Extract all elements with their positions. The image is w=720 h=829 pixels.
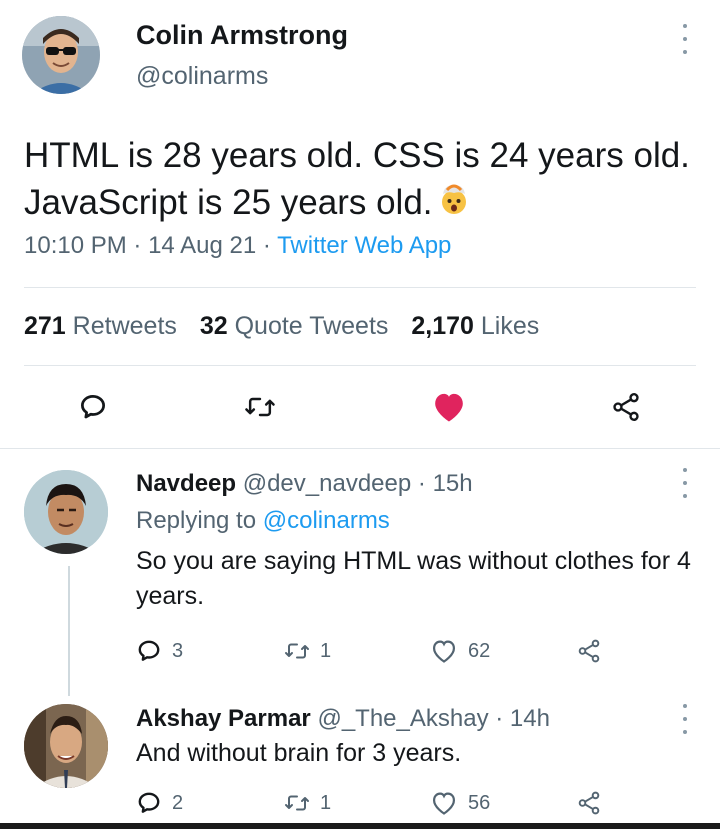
like-count: 56 [468,791,491,814]
tweet-source[interactable]: Twitter Web App [277,232,451,259]
reply-icon [81,395,105,419]
tweet-text-content: HTML is 28 years old. CSS is 24 years ol… [24,136,690,222]
retweet-icon [285,643,309,659]
divider [24,287,696,288]
reply-author-handle[interactable]: @dev_navdeep [243,470,412,497]
retweet-button[interactable]: 1 [284,790,331,816]
reply-text: And without brain for 3 years. [136,739,462,767]
retweets-label: Retweets [72,312,177,340]
heart-icon [432,792,456,815]
bottom-edge [0,823,720,829]
retweet-count: 1 [320,639,332,662]
reply-button[interactable]: 2 [136,790,183,816]
quotes-label: Quote Tweets [234,312,389,340]
likes-count: 2,170 [411,312,474,340]
share-icon [578,791,600,815]
tweet-date[interactable]: 14 Aug 21 [148,232,256,259]
more-options-icon[interactable] [680,704,690,734]
meta-separator: · [133,232,142,259]
reply-icon [138,792,160,813]
reply-button[interactable] [78,392,108,422]
thread-line [68,566,70,696]
more-options-icon[interactable] [680,468,690,498]
reply-author-handle[interactable]: @_The_Akshay [317,705,488,732]
reply-header: Navdeep @dev_navdeep · 15h [136,470,473,498]
meta-separator: · [417,470,426,497]
author-handle[interactable]: @colinarms [136,62,268,91]
reply-time[interactable]: 14h [510,705,550,732]
divider [0,448,720,449]
main-tweet: Colin Armstrong @colinarms HTML is 28 ye… [0,0,720,455]
reply-avatar[interactable] [24,704,108,788]
heart-filled-icon [435,393,463,422]
reply-text: So you are saying HTML was without cloth… [136,547,691,610]
likes-stat[interactable]: 2,170 Likes [411,312,539,340]
tweet-meta: 10:10 PM · 14 Aug 21 · Twitter Web App [24,232,451,260]
replying-label: Replying to [136,507,257,534]
heart-icon [432,640,456,663]
share-icon [578,639,600,663]
like-button[interactable] [431,391,467,423]
like-button[interactable]: 56 [430,790,490,816]
meta-separator: · [495,705,504,732]
meta-separator: · [262,232,271,259]
like-count: 62 [468,639,491,662]
tweet-text: HTML is 28 years old. CSS is 24 years ol… [24,132,704,228]
reply-button[interactable]: 3 [136,638,183,664]
share-icon [613,393,639,421]
quotes-stat[interactable]: 32 Quote Tweets [200,312,389,340]
retweets-count: 271 [24,312,66,340]
reply-author-name[interactable]: Akshay Parmar [136,705,311,732]
reply-author-name[interactable]: Navdeep [136,470,236,497]
reply-header: Akshay Parmar @_The_Akshay · 14h [136,705,550,733]
share-button[interactable] [576,790,602,816]
reply-avatar[interactable] [24,470,108,554]
like-button[interactable]: 62 [430,638,490,664]
share-button[interactable] [576,638,602,664]
share-button[interactable] [610,391,642,423]
likes-label: Likes [480,312,540,340]
reply-count: 3 [172,639,184,662]
divider [24,365,696,366]
retweet-button[interactable]: 1 [284,638,331,664]
replying-to: Replying to @colinarms [136,507,390,535]
author-name[interactable]: Colin Armstrong [136,20,348,51]
retweet-button[interactable] [244,392,276,422]
exploding-head-emoji-icon [437,181,471,228]
reply-time[interactable]: 15h [433,470,473,497]
more-options-icon[interactable] [680,24,690,54]
retweet-count: 1 [320,791,332,814]
retweet-icon [285,795,309,811]
author-avatar[interactable] [22,16,100,94]
retweet-icon [245,397,275,417]
tweet-stats: 271 Retweets 32 Quote Tweets 2,170 Likes [24,312,555,341]
reply-icon [138,640,160,661]
quotes-count: 32 [199,312,228,340]
replying-to-handle[interactable]: @colinarms [263,507,390,534]
reply-count: 2 [172,791,184,814]
retweets-stat[interactable]: 271 Retweets [24,312,177,340]
tweet-time[interactable]: 10:10 PM [24,232,127,259]
